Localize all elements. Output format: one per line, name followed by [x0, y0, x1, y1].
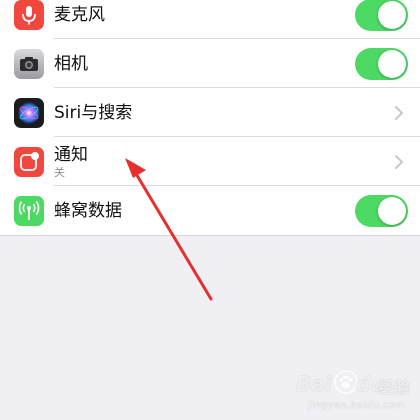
paw-icon	[334, 370, 358, 394]
annotation-arrow	[125, 158, 213, 301]
watermark-label: 经验	[378, 378, 411, 397]
settings-screen: 麦克风 相机 Siri与搜索 通知 关 蜂窝数据 Bai du 经验 jingy…	[0, 0, 420, 420]
watermark: Bai du 经验 jingyan.baidu.com	[292, 362, 418, 418]
watermark-brand: Bai	[296, 372, 332, 396]
watermark-url: jingyan.baidu.com	[308, 400, 406, 411]
